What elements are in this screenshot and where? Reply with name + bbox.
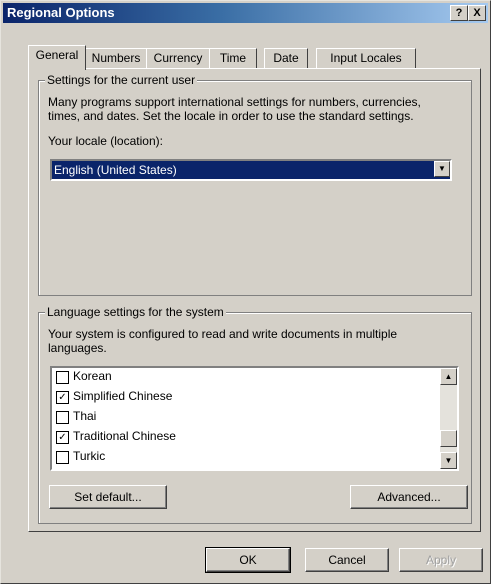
language-list-scrollbar[interactable]: ▲ ▼ — [440, 368, 457, 469]
tab-numbers[interactable]: Numbers — [85, 48, 147, 69]
arrow-down-icon: ▼ — [444, 456, 453, 465]
scroll-thumb[interactable] — [440, 430, 457, 447]
traditional-chinese-checkbox[interactable]: ✓ — [56, 431, 69, 444]
help-button[interactable]: ? — [450, 5, 468, 21]
tab-input-locales[interactable]: Input Locales — [316, 48, 416, 69]
user-settings-legend: Settings for the current user — [45, 73, 198, 87]
window-title: Regional Options — [7, 5, 115, 20]
turkic-checkbox[interactable] — [56, 451, 69, 464]
system-settings-legend: Language settings for the system — [45, 305, 226, 319]
tab-time[interactable]: Time — [209, 48, 257, 69]
set-default-button[interactable]: Set default... — [49, 485, 167, 509]
cancel-button[interactable]: Cancel — [305, 548, 389, 572]
title-bar[interactable]: Regional Options ? X — [3, 3, 488, 23]
tab-currency[interactable]: Currency — [146, 48, 210, 69]
user-settings-description-line2: times, and dates. Set the locale in orde… — [48, 109, 414, 123]
korean-checkbox[interactable] — [56, 371, 69, 384]
check-icon: ✓ — [58, 392, 67, 403]
system-settings-group: Language settings for the system Your sy… — [38, 305, 472, 524]
check-icon: ✓ — [58, 432, 67, 443]
language-label: Korean — [73, 369, 112, 383]
apply-button[interactable]: Apply — [399, 548, 483, 572]
arrow-up-icon: ▲ — [444, 372, 453, 381]
close-button[interactable]: X — [468, 5, 486, 21]
regional-options-dialog: Regional Options ? X General Numbers Cur… — [0, 0, 491, 584]
language-label: Traditional Chinese — [73, 429, 176, 443]
ok-button[interactable]: OK — [205, 547, 291, 573]
general-tab-panel: Settings for the current user Many progr… — [28, 68, 481, 532]
user-settings-description-line1: Many programs support international sett… — [48, 95, 421, 109]
locale-label: Your locale (location): — [48, 134, 163, 148]
user-settings-group: Settings for the current user Many progr… — [38, 73, 472, 296]
tab-general[interactable]: General — [28, 45, 86, 70]
thai-checkbox[interactable] — [56, 411, 69, 424]
language-label: Simplified Chinese — [73, 389, 173, 403]
scroll-up-button[interactable]: ▲ — [440, 368, 457, 385]
language-list[interactable]: Korean ✓ Simplified Chinese Thai ✓ Tradi… — [50, 366, 459, 471]
advanced-button[interactable]: Advanced... — [350, 485, 468, 509]
chevron-down-icon: ▼ — [438, 164, 446, 173]
locale-combobox[interactable]: English (United States) ▼ — [50, 159, 452, 181]
scroll-down-button[interactable]: ▼ — [440, 452, 457, 469]
system-settings-description-line2: languages. — [48, 341, 107, 355]
tab-date[interactable]: Date — [264, 48, 308, 69]
locale-dropdown-button[interactable]: ▼ — [434, 161, 450, 177]
system-settings-description-line1: Your system is configured to read and wr… — [48, 327, 398, 341]
simplified-chinese-checkbox[interactable]: ✓ — [56, 391, 69, 404]
locale-value: English (United States) — [54, 163, 177, 177]
language-label: Thai — [73, 409, 97, 423]
language-label: Turkic — [73, 449, 106, 463]
